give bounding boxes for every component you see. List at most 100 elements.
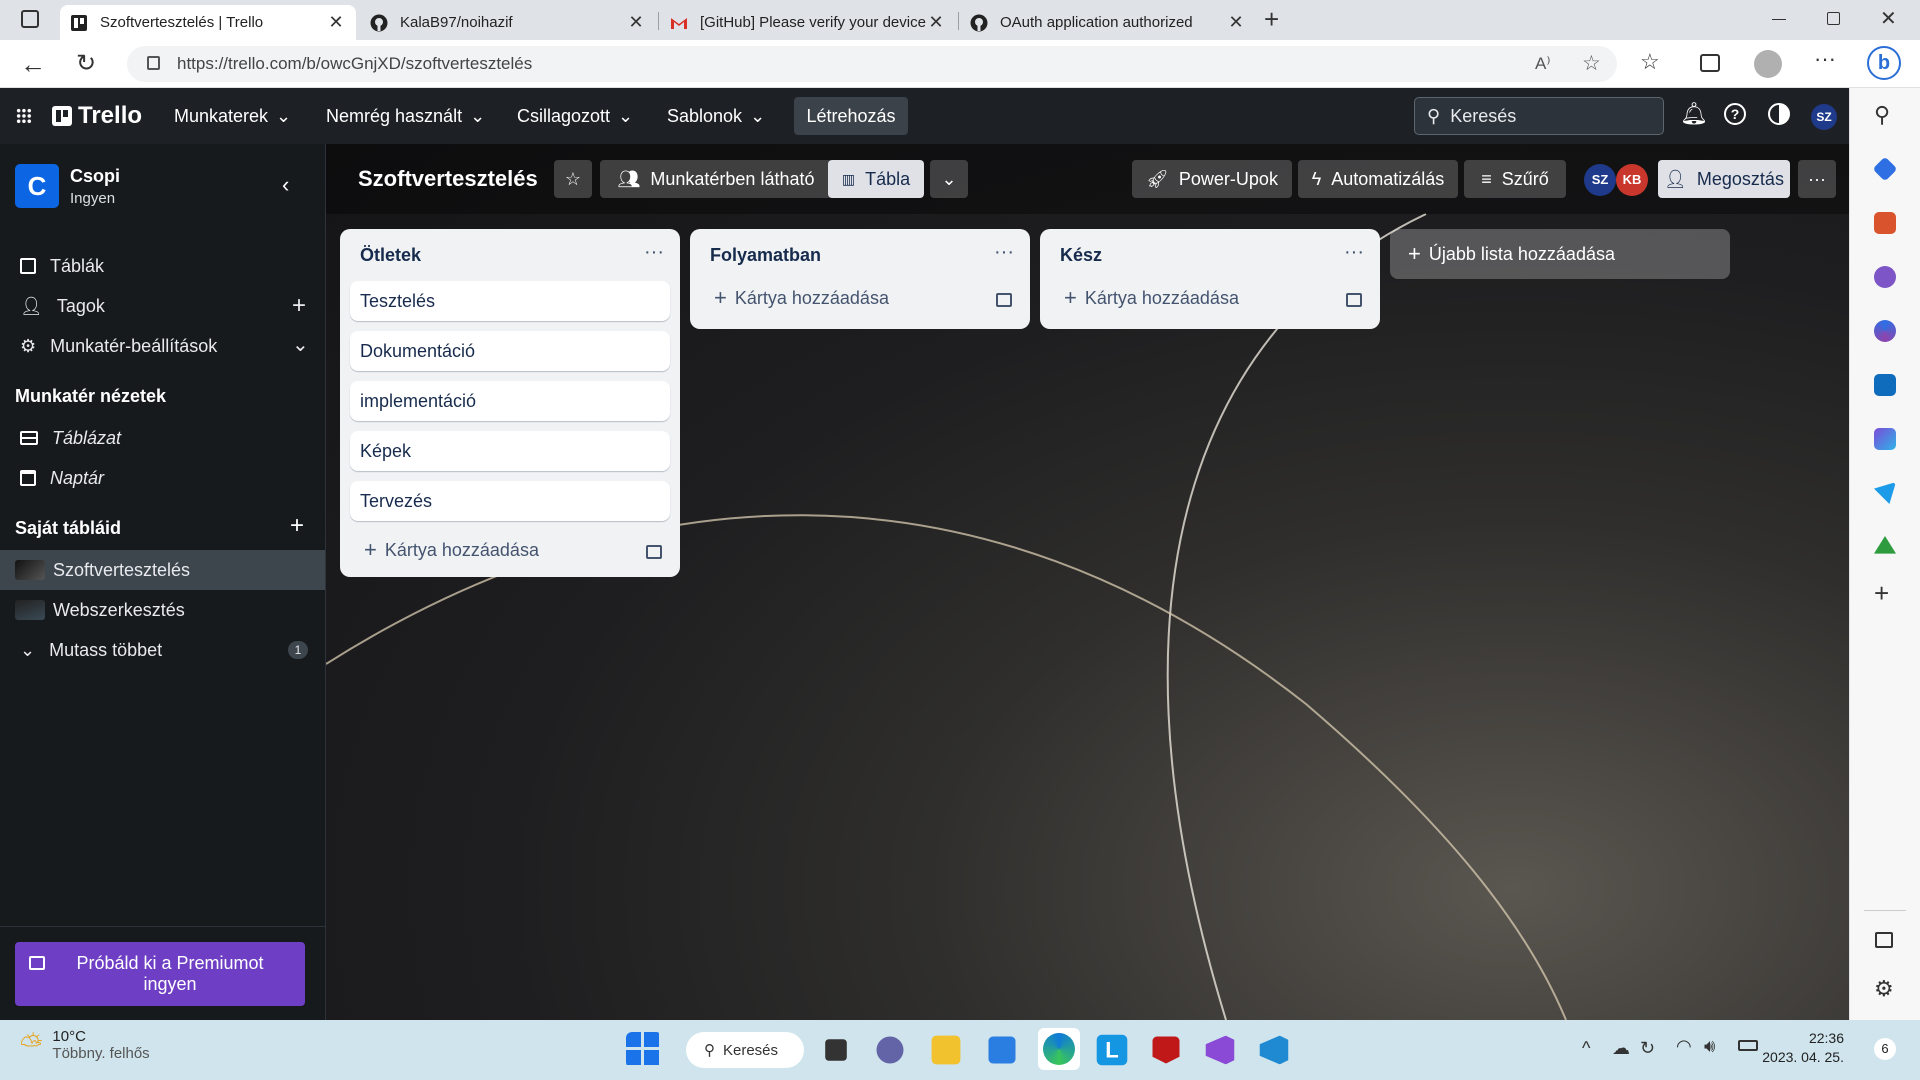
favorites-icon[interactable]: ☆ <box>1640 49 1660 75</box>
board-menu-button[interactable]: ··· <box>1798 160 1836 198</box>
tab-oauth[interactable]: OAuth application authorized ✕ <box>960 5 1256 40</box>
volume-icon[interactable]: 🔊︎ <box>1704 1036 1715 1057</box>
start-icon[interactable] <box>626 1032 662 1068</box>
menu-templates[interactable]: Sablonok ⌄ <box>667 88 765 144</box>
settings-icon[interactable]: ⚙ <box>1874 976 1894 1002</box>
mcafee-icon[interactable] <box>1152 1036 1180 1064</box>
battery-icon[interactable] <box>1738 1040 1758 1051</box>
collections-icon[interactable] <box>1700 54 1720 72</box>
sidebar-item-calendar-view[interactable]: Naptár <box>0 458 325 498</box>
add-board-icon[interactable]: + <box>290 512 304 540</box>
tab-github-repo[interactable]: KalaB97/noihazif ✕ <box>360 5 656 40</box>
close-icon[interactable]: ✕ <box>926 12 946 33</box>
tree-icon[interactable] <box>1874 536 1896 554</box>
card[interactable]: Tervezés <box>350 481 670 521</box>
refresh-icon[interactable]: ↻ <box>76 49 96 78</box>
window-close-icon[interactable]: ✕ <box>1880 6 1897 31</box>
card[interactable]: implementáció <box>350 381 670 421</box>
microsoft-365-icon[interactable] <box>1874 320 1896 342</box>
more-icon[interactable]: ··· <box>1814 46 1836 72</box>
store-icon[interactable] <box>988 1036 1016 1064</box>
taskbar-search[interactable]: ⚲ Keresés <box>686 1032 804 1068</box>
app-switcher-icon[interactable] <box>16 108 32 124</box>
search-icon[interactable]: ⚲ <box>1874 102 1890 128</box>
show-more-button[interactable]: ⌄ Mutass többet 1 <box>0 630 325 670</box>
tab-trello[interactable]: Szoftvertesztelés | Trello ✕ <box>60 5 356 40</box>
add-list-button[interactable]: + Újabb lista hozzáadása <box>1390 229 1730 279</box>
sidebar-item-members[interactable]: 👤︎ Tagok + <box>0 286 325 326</box>
add-card-button[interactable]: + Kártya hozzáadása <box>364 537 539 563</box>
add-card-button[interactable]: + Kártya hozzáadása <box>714 285 889 311</box>
back-icon[interactable]: ← <box>20 49 46 80</box>
tab-gmail[interactable]: [GitHub] Please verify your device ✕ <box>660 5 956 40</box>
automation-button[interactable]: ϟ Automatizálás <box>1298 160 1458 198</box>
add-card-button[interactable]: + Kártya hozzáadása <box>1064 285 1239 311</box>
menu-starred[interactable]: Csillagozott ⌄ <box>517 88 633 144</box>
send-icon[interactable] <box>1874 482 1896 504</box>
games-icon[interactable] <box>1874 266 1896 288</box>
sidebar-board-szoftvertesztelés[interactable]: Szoftvertesztelés <box>0 550 325 590</box>
edge-icon[interactable] <box>1038 1028 1080 1070</box>
list-title[interactable]: Folyamatban <box>710 245 821 266</box>
read-aloud-icon[interactable]: A⁾ <box>1535 54 1551 74</box>
visibility-button[interactable]: 👥︎ Munkatérben látható <box>600 160 832 198</box>
create-button[interactable]: Létrehozás <box>794 97 908 135</box>
powerups-button[interactable]: 🚀︎ Power-Upok <box>1132 160 1292 198</box>
new-tab-icon[interactable]: + <box>1264 4 1279 35</box>
list-menu-icon[interactable]: ··· <box>994 241 1014 264</box>
filter-button[interactable]: ≡ Szűrő <box>1464 160 1566 198</box>
add-favorite-icon[interactable]: ☆ <box>1582 51 1601 76</box>
sidebar-board-webszerkesztés[interactable]: Webszerkesztés <box>0 590 325 630</box>
view-switcher-button[interactable]: ⌄ <box>930 160 968 198</box>
star-board-button[interactable]: ☆ <box>554 160 592 198</box>
list-menu-icon[interactable]: ··· <box>644 241 664 264</box>
sidebar-item-settings[interactable]: ⚙ Munkatér-beállítások ⌄ <box>0 326 325 366</box>
share-button[interactable]: 👤︎ Megosztás <box>1658 160 1790 198</box>
sidebar-toggle-icon[interactable] <box>1875 932 1893 948</box>
teams-chat-icon[interactable] <box>876 1036 904 1064</box>
close-icon[interactable]: ✕ <box>1226 12 1246 33</box>
sidebar-item-boards[interactable]: Táblák <box>0 246 325 286</box>
search-input[interactable]: ⚲ Keresés <box>1414 97 1664 135</box>
sync-icon[interactable]: ↻ <box>1640 1038 1655 1059</box>
card[interactable]: Tesztelés <box>350 281 670 321</box>
close-icon[interactable]: ✕ <box>326 12 346 33</box>
minimize-icon[interactable] <box>1772 19 1786 20</box>
list-title[interactable]: Ötletek <box>360 245 421 266</box>
workspace-tile[interactable]: C <box>15 164 59 208</box>
maximize-icon[interactable] <box>1827 12 1840 25</box>
collapse-sidebar-icon[interactable]: ‹ <box>282 172 289 198</box>
menu-recent[interactable]: Nemrég használt ⌄ <box>326 88 485 144</box>
card[interactable]: Képek <box>350 431 670 471</box>
notification-badge[interactable]: 6 <box>1874 1038 1896 1060</box>
view-board-button[interactable]: ▥ Tábla <box>828 160 924 198</box>
notifications-icon[interactable]: 🔔︎ <box>1680 101 1708 127</box>
tools-icon[interactable] <box>1874 212 1896 234</box>
help-icon[interactable]: ? <box>1724 103 1746 125</box>
bing-chat-icon[interactable]: b <box>1867 46 1901 80</box>
board-title[interactable]: Szoftvertesztelés <box>358 166 538 192</box>
member-avatar-kb[interactable]: KB <box>1616 164 1648 196</box>
show-hidden-icons[interactable]: ^ <box>1582 1038 1590 1059</box>
card-template-icon[interactable] <box>996 293 1012 307</box>
wifi-icon[interactable]: ◠ <box>1676 1036 1692 1057</box>
list-title[interactable]: Kész <box>1060 245 1102 266</box>
list-menu-icon[interactable]: ··· <box>1344 241 1364 264</box>
card-template-icon[interactable] <box>646 545 662 559</box>
task-view-icon[interactable] <box>825 1039 847 1061</box>
sidebar-item-table-view[interactable]: Táblázat <box>0 418 325 458</box>
premium-trial-button[interactable]: Próbáld ki a Premiumot ingyen <box>15 942 305 1006</box>
file-explorer-icon[interactable] <box>931 1035 961 1065</box>
chevron-down-icon[interactable]: ⌄ <box>292 332 309 357</box>
trello-logo[interactable]: Trello <box>52 102 142 130</box>
add-member-icon[interactable]: + <box>292 292 306 320</box>
profile-avatar-icon[interactable] <box>1754 50 1782 78</box>
app-l-icon[interactable]: L <box>1096 1034 1128 1066</box>
outlook-icon[interactable] <box>1874 374 1896 396</box>
tab-actions-icon[interactable] <box>21 10 39 28</box>
clock[interactable]: 22:36 2023. 04. 25. <box>1760 1030 1844 1065</box>
designer-icon[interactable] <box>1874 428 1896 450</box>
theme-icon[interactable] <box>1768 103 1790 125</box>
close-icon[interactable]: ✕ <box>626 12 646 33</box>
account-avatar[interactable]: SZ <box>1811 104 1837 130</box>
